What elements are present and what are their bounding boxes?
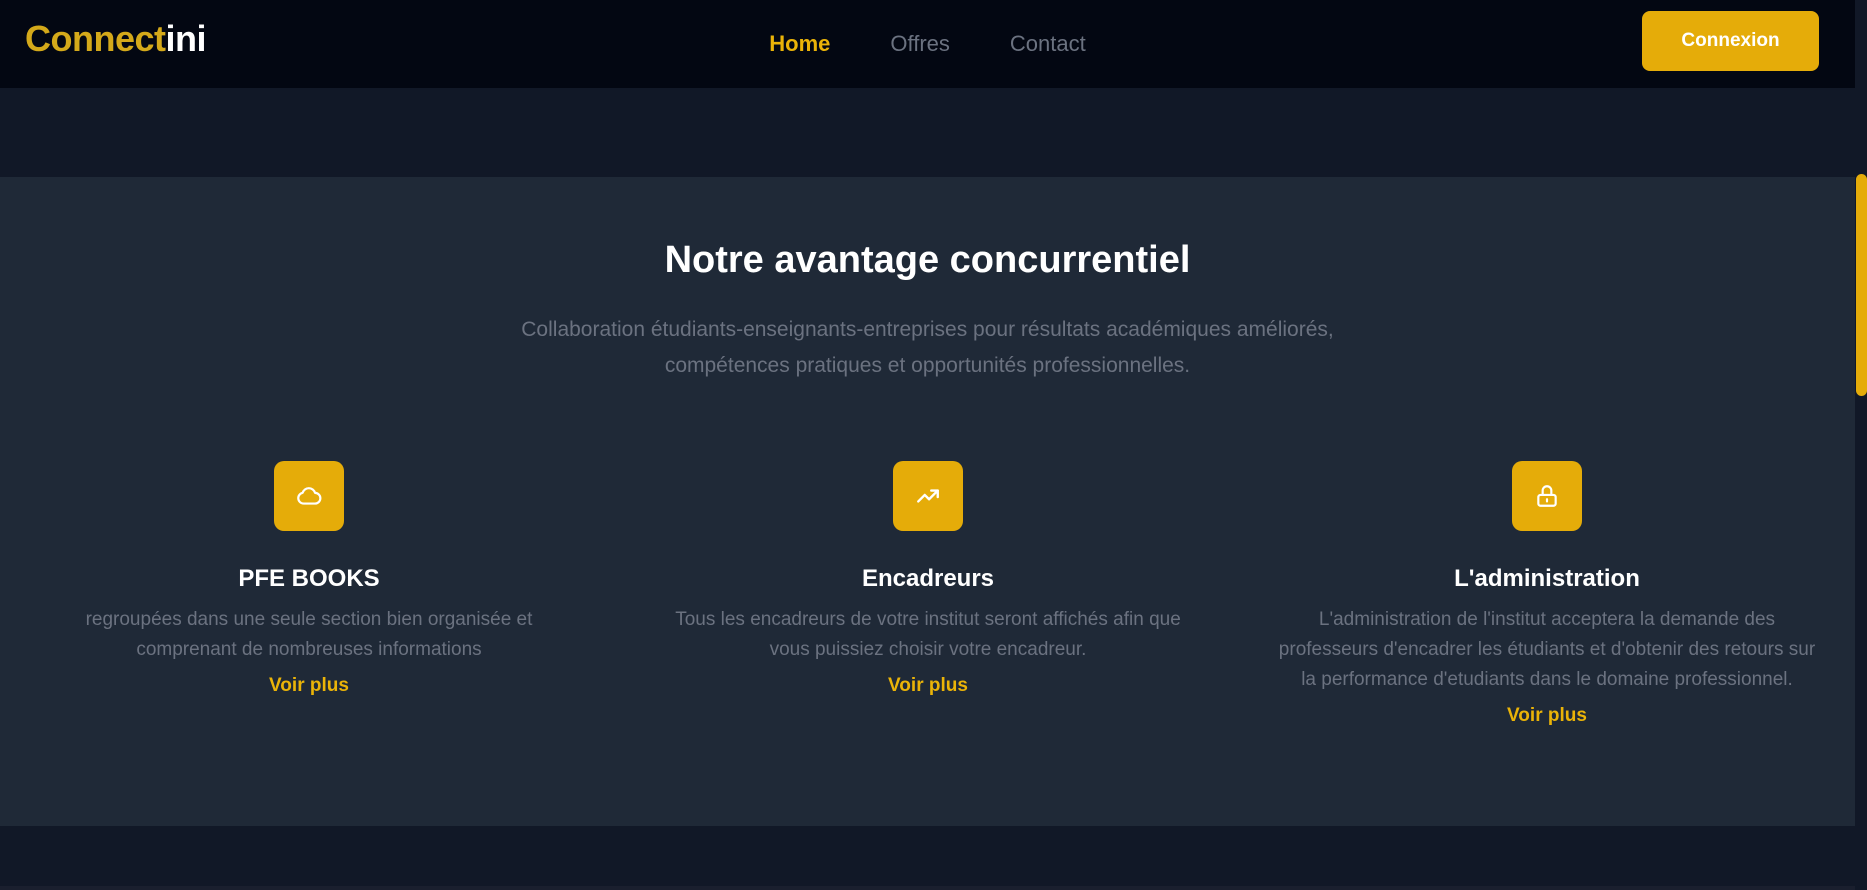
voir-plus-link[interactable]: Voir plus [269,675,349,697]
scrollbar-track[interactable] [1855,0,1867,890]
voir-plus-link[interactable]: Voir plus [1507,705,1587,727]
feature-description: Tous les encadreurs de votre institut se… [675,609,1181,660]
feature-description: regroupées dans une seule section bien o… [85,609,533,660]
feature-description: L'administration de l'institut acceptera… [1278,609,1816,690]
cloud-icon [274,461,344,531]
nav-link-offres[interactable]: Offres [890,31,950,57]
feature-card-encadreurs: Encadreurs Tous les encadreurs de votre … [658,461,1198,697]
nav-links: Home Offres Contact [0,0,1855,88]
section-title: Notre avantage concurrentiel [664,239,1191,281]
login-button[interactable]: Connexion [1642,11,1819,71]
feature-card-administration: L'administration L'administration de l'i… [1277,461,1817,727]
advantages-section: Notre avantage concurrentiel Collaborati… [0,177,1855,826]
page: Connectini Home Offres Contact Connexion… [0,0,1867,890]
footer-divider [0,886,1855,890]
nav-link-contact[interactable]: Contact [1010,31,1086,57]
feature-title: L'administration [1454,565,1640,592]
navbar: Connectini Home Offres Contact Connexion [0,0,1855,88]
section-subtitle: Collaboration étudiants-enseignants-entr… [521,318,1334,377]
feature-card-pfe-books: PFE BOOKS regroupées dans une seule sect… [39,461,579,697]
feature-title: Encadreurs [861,565,995,592]
nav-link-home[interactable]: Home [769,31,830,57]
lock-icon [1512,461,1582,531]
feature-title: PFE BOOKS [238,565,380,592]
trending-up-icon [893,461,963,531]
voir-plus-link[interactable]: Voir plus [888,675,968,697]
scrollbar-thumb[interactable] [1856,174,1867,396]
